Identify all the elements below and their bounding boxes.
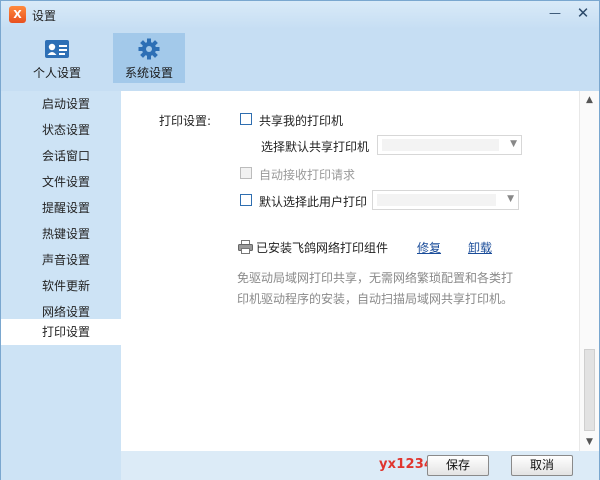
share-printer-checkbox[interactable] [240,113,252,125]
select-share-printer-label: 选择默认共享打印机 [261,140,370,154]
auto-accept-label: 自动接收打印请求 [259,168,356,182]
uninstall-link[interactable]: 卸载 [468,239,492,256]
sidebar-item-status[interactable]: 状态设置 [1,117,121,143]
button-bar: yx12345.com 保存 取消 [121,451,599,480]
tab-personal-settings[interactable]: 个人设置 [21,33,93,83]
default-user-select[interactable]: ▼ [372,190,519,210]
section-label: 打印设置: [159,114,212,128]
top-tab-bar: 个人设置 系统设置 [1,29,599,91]
save-button[interactable]: 保存 [427,455,489,476]
sidebar-item-reminder[interactable]: 提醒设置 [1,195,121,221]
printer-icon [238,240,254,254]
scroll-up-arrow-icon[interactable]: ▲ [580,92,599,108]
print-settings-panel: 打印设置: 共享我的打印机 选择默认共享打印机 ▼ 自动接收打印请求 默认选择此… [121,91,579,451]
cancel-button[interactable]: 取消 [511,455,573,476]
scroll-thumb[interactable] [584,349,595,431]
sidebar-item-file[interactable]: 文件设置 [1,169,121,195]
settings-window: X 设置 — ✕ 个人设置 系统设置 启动设置 状态设置 会话窗口 文件设置 提… [0,0,600,480]
close-button[interactable]: ✕ [571,3,595,25]
sidebar-item-print[interactable]: 打印设置 [1,319,121,345]
installed-component-text: 已安装飞鸽网络打印组件 [256,241,389,255]
auto-accept-checkbox[interactable] [240,167,252,179]
tab-system-label: 系统设置 [124,66,173,80]
sidebar-item-startup[interactable]: 启动设置 [1,91,121,117]
window-title: 设置 [32,9,57,23]
sidebar-item-hotkey[interactable]: 热键设置 [1,221,121,247]
id-card-icon [44,38,70,60]
sidebar-item-chat-window[interactable]: 会话窗口 [1,143,121,169]
scroll-down-arrow-icon[interactable]: ▼ [580,434,599,450]
repair-link[interactable]: 修复 [417,239,441,256]
vertical-scrollbar[interactable]: ▲ ▼ [579,91,599,451]
minimize-button[interactable]: — [543,3,567,25]
gear-icon [136,38,162,60]
chevron-down-icon: ▼ [510,139,517,149]
title-bar: X 设置 — ✕ [1,1,599,29]
chevron-down-icon: ▼ [507,194,514,204]
default-user-print-checkbox[interactable] [240,194,252,206]
app-logo-icon: X [9,6,26,23]
share-printer-label: 共享我的打印机 [259,114,344,128]
settings-sidebar: 启动设置 状态设置 会话窗口 文件设置 提醒设置 热键设置 声音设置 软件更新 … [1,91,121,480]
feature-description: 免驱动局域网打印共享，无需网络繁琐配置和各类打印机驱动程序的安装，自动扫描局域网… [237,271,514,306]
sidebar-item-update[interactable]: 软件更新 [1,273,121,299]
share-printer-select[interactable]: ▼ [377,135,522,155]
tab-system-settings[interactable]: 系统设置 [113,33,185,83]
default-user-print-label: 默认选择此用户打印 [259,195,368,209]
sidebar-item-sound[interactable]: 声音设置 [1,247,121,273]
tab-personal-label: 个人设置 [32,66,81,80]
